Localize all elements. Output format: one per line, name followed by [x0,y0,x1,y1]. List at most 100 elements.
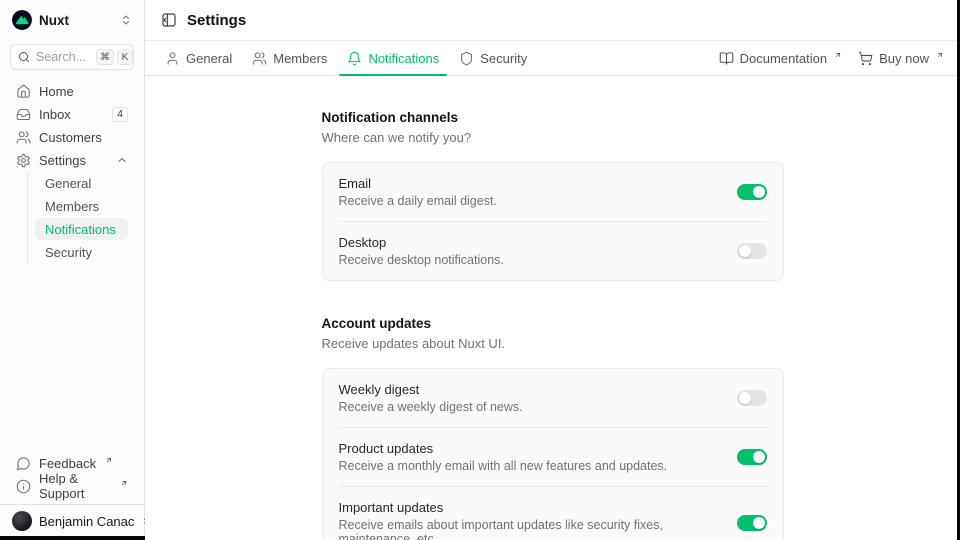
desktop-toggle[interactable] [737,243,767,259]
setting-description: Receive a weekly digest of news. [339,400,721,414]
sidebar-item-label: Inbox [39,107,71,122]
user-menu[interactable]: Benjamin Canac [0,504,144,537]
chevrons-up-down-icon [120,14,132,26]
nuxt-logo-icon [12,10,32,30]
tab-label: Security [480,51,527,66]
setting-row-email: Email Receive a daily email digest. [323,163,783,221]
setting-description: Receive emails about important updates l… [339,518,721,540]
users-icon [252,51,267,66]
setting-label: Important updates [339,500,721,515]
sidebar-item-home[interactable]: Home [8,80,136,102]
shield-icon [459,51,474,66]
section-notification-channels: Notification channels Where can we notif… [322,110,784,281]
setting-description: Receive a daily email digest. [339,194,721,208]
sidebar-item-label: Home [39,84,74,99]
setting-row-desktop: Desktop Receive desktop notifications. [323,222,783,280]
tab-label: General [186,51,232,66]
inbox-icon [16,107,31,122]
chevron-up-icon [116,154,128,166]
help-support-link[interactable]: Help & Support [8,475,136,497]
sidebar-subitem-notifications[interactable]: Notifications [35,218,128,240]
setting-label: Desktop [339,235,721,250]
tab-members[interactable]: Members [242,41,337,75]
section-title: Account updates [322,316,784,331]
cart-icon [858,51,873,66]
page-header: Settings [145,0,960,41]
window-edge-bottom [0,536,145,540]
setting-label: Product updates [339,441,721,456]
book-open-icon [719,51,734,66]
settings-tabs: General Members Notifications Security D… [145,41,960,76]
user-name: Benjamin Canac [39,514,134,529]
section-account-updates: Account updates Receive updates about Nu… [322,316,784,540]
search-field[interactable] [36,50,90,64]
avatar [12,511,32,531]
home-icon [16,84,31,99]
setting-label: Weekly digest [339,382,721,397]
sidebar: Nuxt ⌘ K Home Inbox 4 Customers [0,0,145,540]
footer-item-label: Help & Support [39,471,111,501]
info-circle-icon [16,479,31,494]
settings-card: Weekly digest Receive a weekly digest of… [322,368,784,540]
product-updates-toggle[interactable] [737,449,767,465]
sidebar-item-settings[interactable]: Settings [8,149,136,171]
section-description: Where can we notify you? [322,130,784,145]
kbd-k: K [117,49,133,65]
external-link-icon [120,475,128,490]
external-link-icon [105,452,113,467]
kbd-meta: ⌘ [96,49,114,65]
sidebar-item-customers[interactable]: Customers [8,126,136,148]
search-input[interactable]: ⌘ K [10,44,134,70]
search-icon [18,51,30,63]
sidebar-footer: Feedback Help & Support [0,452,144,504]
tab-label: Members [273,51,327,66]
sidebar-item-label: Customers [39,130,102,145]
link-label: Documentation [740,51,827,66]
sidebar-item-label: Settings [39,153,86,168]
inbox-count-badge: 4 [112,107,128,122]
page-title: Settings [187,12,246,29]
sidebar-subitem-label: Members [45,199,99,214]
gear-icon [16,153,31,168]
workspace-selector[interactable]: Nuxt [0,0,144,40]
tab-notifications[interactable]: Notifications [337,41,449,75]
user-icon [165,51,180,66]
footer-item-label: Feedback [39,456,96,471]
sidebar-subitem-label: General [45,176,91,191]
sidebar-subitem-members[interactable]: Members [35,195,128,217]
tab-label: Notifications [368,51,439,66]
message-bubble-icon [16,456,31,471]
settings-card: Email Receive a daily email digest. Desk… [322,162,784,281]
sidebar-item-inbox[interactable]: Inbox 4 [8,103,136,125]
tab-security[interactable]: Security [449,41,537,75]
settings-content: Notification channels Where can we notif… [145,76,960,540]
setting-description: Receive a monthly email with all new fea… [339,459,721,473]
workspace-name: Nuxt [39,13,69,28]
sidebar-subitem-general[interactable]: General [35,172,128,194]
email-toggle[interactable] [737,184,767,200]
setting-row-important-updates: Important updates Receive emails about i… [323,487,783,540]
weekly-digest-toggle[interactable] [737,390,767,406]
link-label: Buy now [879,51,929,66]
sidebar-nav: Home Inbox 4 Customers Settings General … [0,80,144,264]
documentation-link[interactable]: Documentation [719,51,842,66]
setting-description: Receive desktop notifications. [339,253,721,267]
users-icon [16,130,31,145]
header-links: Documentation Buy now [719,41,944,75]
settings-sub-menu: General Members Notifications Security [27,172,128,263]
main-panel: Settings General Members Notifications S… [145,0,960,540]
search-shortcut: ⌘ K [96,49,133,65]
important-updates-toggle[interactable] [737,515,767,531]
sidebar-subitem-label: Security [45,245,92,260]
sidebar-subitem-label: Notifications [45,222,116,237]
external-link-icon [936,47,944,62]
collapse-sidebar-icon[interactable] [161,12,177,28]
setting-label: Email [339,176,721,191]
setting-row-product-updates: Product updates Receive a monthly email … [323,428,783,486]
setting-row-weekly-digest: Weekly digest Receive a weekly digest of… [323,369,783,427]
buy-now-link[interactable]: Buy now [858,51,944,66]
sidebar-subitem-security[interactable]: Security [35,241,128,263]
section-description: Receive updates about Nuxt UI. [322,336,784,351]
external-link-icon [834,47,842,62]
tab-general[interactable]: General [161,41,242,75]
